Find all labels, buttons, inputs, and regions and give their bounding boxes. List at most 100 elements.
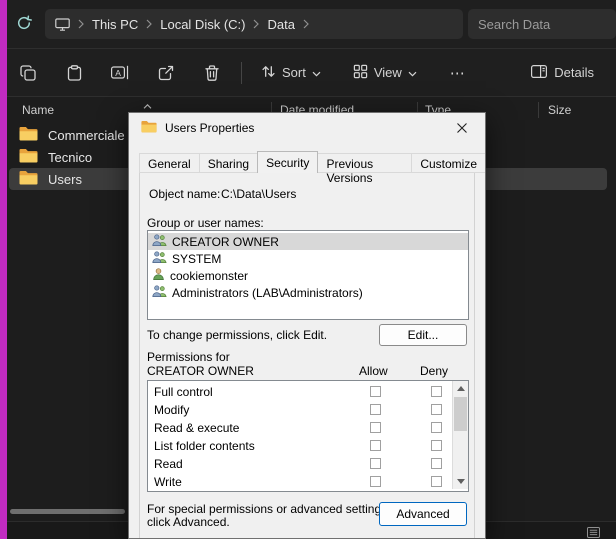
advanced-button[interactable]: Advanced	[379, 502, 467, 526]
delete-button[interactable]	[195, 56, 229, 90]
advanced-hint-text: For special permissions or advanced sett…	[147, 503, 390, 529]
tab-sharing[interactable]: Sharing	[199, 153, 258, 173]
allow-checkbox[interactable]	[370, 458, 381, 469]
view-label: View	[374, 65, 402, 80]
sort-dropdown[interactable]: Sort	[252, 57, 330, 89]
permission-name: Modify	[154, 403, 189, 417]
principal-name: Administrators (LAB\Administrators)	[172, 286, 363, 300]
chevron-right-icon[interactable]	[303, 19, 309, 29]
permission-row-list-folder-contents[interactable]: List folder contents	[148, 437, 468, 455]
deny-checkbox[interactable]	[431, 404, 442, 415]
users-properties-dialog: Users Properties General Sharing Securit…	[128, 112, 486, 539]
more-options-button[interactable]: ⋯	[440, 57, 476, 89]
details-label: Details	[554, 65, 594, 80]
share-button[interactable]	[149, 56, 183, 90]
permission-row-write[interactable]: Write	[148, 473, 468, 491]
allow-checkbox[interactable]	[370, 440, 381, 451]
folder-icon	[19, 148, 38, 166]
copy-button[interactable]	[11, 56, 45, 90]
refresh-icon[interactable]	[16, 15, 32, 36]
column-header-name[interactable]: Name	[22, 103, 54, 117]
tab-previous-versions[interactable]: Previous Versions	[317, 153, 412, 173]
breadcrumb-this-pc[interactable]: This PC	[92, 17, 138, 32]
edit-button[interactable]: Edit...	[379, 324, 467, 346]
dialog-titlebar[interactable]: Users Properties	[129, 113, 485, 143]
tab-general[interactable]: General	[139, 153, 200, 173]
deny-checkbox[interactable]	[431, 476, 442, 487]
group-user-names-label: Group or user names:	[147, 216, 264, 230]
group-icon	[152, 285, 167, 300]
horizontal-scrollbar-thumb[interactable]	[10, 509, 125, 514]
chevron-down-icon	[312, 65, 321, 80]
scrollbar-down-button[interactable]	[453, 474, 468, 489]
permission-name: Read & execute	[154, 421, 239, 435]
paste-button[interactable]	[57, 56, 91, 90]
allow-checkbox[interactable]	[370, 386, 381, 397]
deny-checkbox[interactable]	[431, 440, 442, 451]
user-icon	[152, 268, 165, 283]
details-pane-icon	[531, 65, 547, 81]
scrollbar-thumb[interactable]	[454, 397, 467, 431]
triangle-up-icon	[457, 386, 465, 391]
scrollbar-up-button[interactable]	[453, 381, 468, 396]
search-input[interactable]	[478, 17, 616, 32]
file-explorer-window: This PC Local Disk (C:) Data A	[0, 0, 616, 539]
tab-customize[interactable]: Customize	[411, 153, 486, 173]
column-divider[interactable]	[538, 102, 539, 118]
chevron-right-icon[interactable]	[146, 19, 152, 29]
accent-strip	[0, 0, 7, 539]
file-name: Commerciale	[48, 128, 125, 143]
view-dropdown[interactable]: View	[344, 57, 426, 89]
list-item-administrators[interactable]: Administrators (LAB\Administrators)	[148, 284, 468, 301]
details-view-icon[interactable]	[587, 525, 600, 539]
principal-name: CREATOR OWNER	[172, 235, 279, 249]
permission-name: Full control	[154, 385, 213, 399]
group-icon	[152, 251, 167, 266]
deny-column-header: Deny	[420, 364, 448, 378]
group-icon	[152, 234, 167, 249]
rename-button[interactable]: A	[103, 56, 137, 90]
permission-name: List folder contents	[154, 439, 255, 453]
details-pane-button[interactable]: Details	[521, 58, 604, 88]
allow-checkbox[interactable]	[370, 422, 381, 433]
permission-row-read-execute[interactable]: Read & execute	[148, 419, 468, 437]
deny-checkbox[interactable]	[431, 386, 442, 397]
chevron-right-icon[interactable]	[78, 19, 84, 29]
permission-row-modify[interactable]: Modify	[148, 401, 468, 419]
allow-checkbox[interactable]	[370, 404, 381, 415]
deny-checkbox[interactable]	[431, 458, 442, 469]
breadcrumb-data[interactable]: Data	[267, 17, 294, 32]
permission-row-full-control[interactable]: Full control	[148, 383, 468, 401]
vertical-scrollbar[interactable]	[452, 381, 468, 489]
permission-row-read[interactable]: Read	[148, 455, 468, 473]
sort-ascending-icon	[143, 98, 152, 112]
list-item-system[interactable]: SYSTEM	[148, 250, 468, 267]
permission-name: Write	[154, 475, 182, 489]
allow-checkbox[interactable]	[370, 476, 381, 487]
deny-checkbox[interactable]	[431, 422, 442, 433]
toolbar-divider	[241, 62, 242, 84]
view-grid-icon	[353, 64, 368, 82]
list-item-cookiemonster[interactable]: cookiemonster	[148, 267, 468, 284]
edit-hint-text: To change permissions, click Edit.	[147, 328, 327, 342]
chevron-down-icon	[408, 65, 417, 80]
column-header-size[interactable]: Size	[548, 103, 571, 117]
dialog-title: Users Properties	[165, 121, 254, 135]
search-box[interactable]	[468, 9, 616, 39]
close-icon[interactable]	[451, 117, 473, 139]
chevron-right-icon[interactable]	[253, 19, 259, 29]
breadcrumb-local-disk-c[interactable]: Local Disk (C:)	[160, 17, 245, 32]
command-bar: A Sort View ⋯ Details	[7, 48, 616, 97]
breadcrumb[interactable]: This PC Local Disk (C:) Data	[45, 9, 463, 39]
allow-column-header: Allow	[359, 364, 388, 378]
object-name-label: Object name:	[149, 187, 220, 201]
tab-security[interactable]: Security	[257, 151, 318, 173]
this-pc-icon	[55, 18, 70, 31]
folder-icon	[19, 126, 38, 144]
file-name: Users	[48, 172, 82, 187]
permissions-for-label: Permissions for CREATOR OWNER	[147, 350, 289, 378]
triangle-down-icon	[457, 479, 465, 484]
folder-icon	[141, 120, 157, 136]
list-item-creator-owner[interactable]: CREATOR OWNER	[148, 233, 468, 250]
permissions-list: Full control Modify Read & execute List …	[147, 380, 469, 492]
